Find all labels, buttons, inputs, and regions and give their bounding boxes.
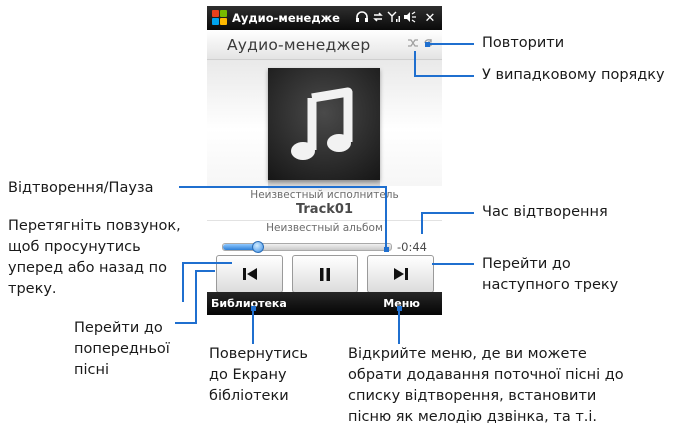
callout-line-play-pause-v bbox=[385, 186, 387, 250]
windows-start-icon[interactable] bbox=[212, 10, 228, 26]
music-note-icon bbox=[291, 87, 353, 160]
callout-dot-repeat bbox=[425, 42, 430, 47]
callout-line-time-v bbox=[421, 212, 423, 234]
shuffle-icon[interactable] bbox=[407, 38, 419, 51]
callout-line-time bbox=[421, 212, 474, 214]
phone-screen: Аудио-менедже ✕ Аудио-менеджер Неизвестн… bbox=[207, 6, 442, 315]
track-title: Track01 bbox=[295, 202, 354, 217]
callout-next-track: Перейти до наступного треку bbox=[482, 256, 619, 293]
headset-icon bbox=[354, 10, 370, 26]
callout-dot-library bbox=[251, 306, 256, 311]
time-remaining: -0:44 bbox=[397, 240, 427, 254]
album-art bbox=[268, 68, 380, 180]
callout-line-shuffle-h bbox=[414, 75, 474, 77]
seek-slider[interactable] bbox=[222, 241, 392, 253]
softkey-library[interactable]: Библиотека bbox=[211, 297, 287, 310]
previous-track-icon bbox=[242, 268, 257, 280]
callout-line-library bbox=[252, 308, 254, 344]
signal-icon[interactable] bbox=[386, 11, 402, 26]
callout-seek: Перетягніть повзунок, щоб просунутись уп… bbox=[8, 218, 181, 297]
callout-dot-play-pause bbox=[384, 247, 389, 252]
volume-icon[interactable] bbox=[402, 11, 418, 26]
callout-repeat: Повторити bbox=[482, 35, 565, 51]
album-art-area bbox=[207, 60, 442, 194]
callout-line-seek bbox=[182, 262, 184, 302]
callout-library: Повернутись до Екрану бібліотеки bbox=[209, 346, 308, 404]
sync-icon[interactable] bbox=[370, 11, 386, 26]
seek-thumb[interactable] bbox=[251, 241, 264, 253]
callout-play-pause: Відтворення/Пауза bbox=[8, 180, 154, 196]
callout-shuffle: У випадковому порядку bbox=[482, 67, 665, 83]
callout-line-play-pause bbox=[179, 186, 387, 188]
artist-name: Неизвестный исполнитель bbox=[250, 189, 399, 201]
status-bar-title: Аудио-менедже bbox=[232, 11, 340, 25]
next-track-button[interactable] bbox=[367, 255, 434, 293]
app-title: Аудио-менеджер bbox=[227, 36, 371, 54]
play-pause-button[interactable] bbox=[292, 255, 358, 293]
callout-dot-menu bbox=[397, 306, 402, 311]
callout-playback-time: Час відтворення bbox=[482, 204, 608, 220]
next-track-icon bbox=[393, 268, 408, 280]
callout-line-next bbox=[432, 263, 474, 265]
callout-line-prev bbox=[175, 322, 197, 324]
softkey-bar: Библиотека Меню bbox=[207, 292, 442, 315]
callout-line-shuffle bbox=[414, 51, 416, 76]
callout-line-prev-h bbox=[195, 270, 215, 272]
pause-icon bbox=[320, 267, 330, 281]
callout-prev-track: Перейти до попередньої пісні bbox=[74, 320, 170, 378]
close-icon[interactable]: ✕ bbox=[422, 11, 438, 26]
status-bar: Аудио-менедже ✕ bbox=[207, 6, 442, 30]
callout-line-menu bbox=[398, 308, 400, 344]
callout-line-prev-v bbox=[195, 270, 197, 324]
callout-menu: Відкрийте меню, де ви можете обрати дода… bbox=[348, 346, 624, 425]
callout-line-repeat bbox=[429, 43, 474, 45]
previous-track-button[interactable] bbox=[216, 255, 283, 293]
app-title-bar: Аудио-менеджер bbox=[207, 30, 442, 60]
album-name: Неизвестный альбом bbox=[207, 220, 442, 234]
callout-line-seek-h bbox=[182, 262, 232, 264]
